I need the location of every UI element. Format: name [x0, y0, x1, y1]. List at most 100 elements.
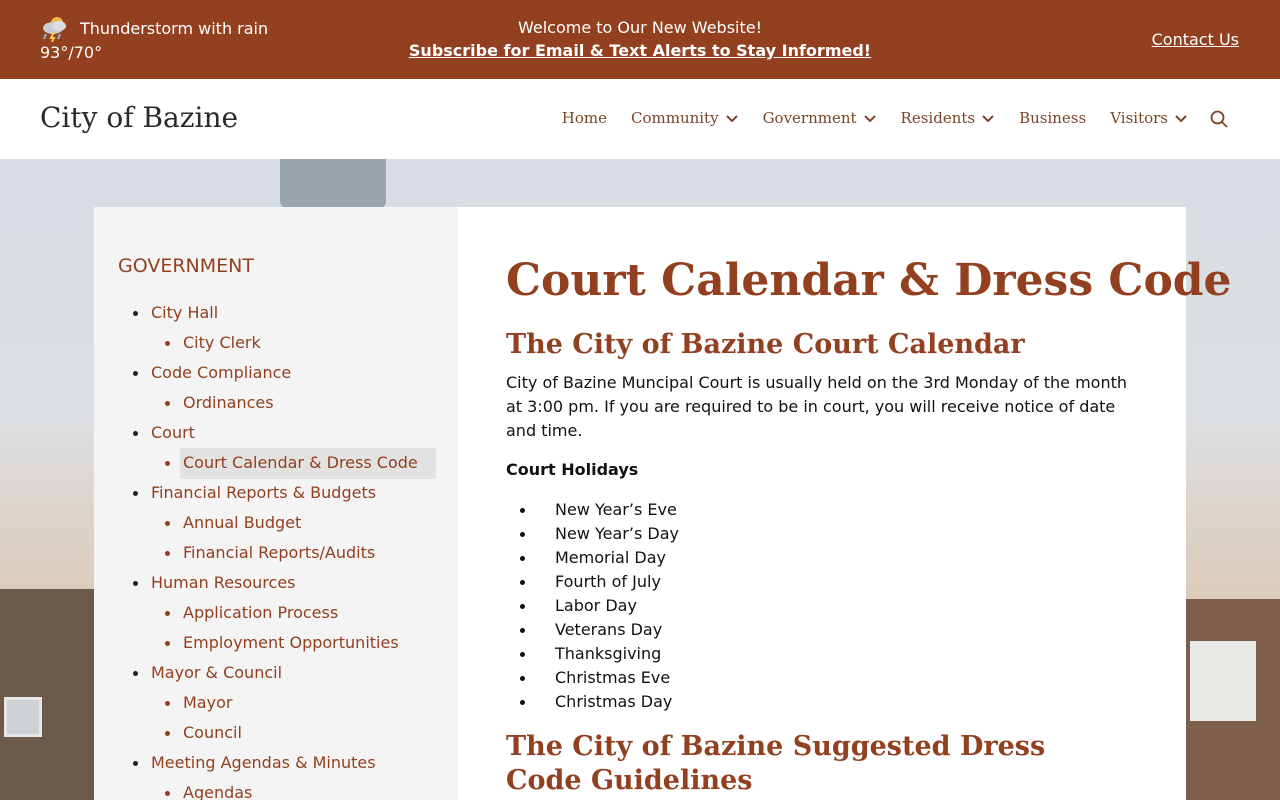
list-item: Labor Day — [506, 594, 679, 618]
sidebar-item-court-calendar[interactable]: Court Calendar & Dress Code — [94, 448, 458, 479]
bullet-icon — [520, 604, 525, 609]
bullet-icon — [165, 521, 170, 526]
bullet-icon — [133, 491, 138, 496]
sidebar-item-employment[interactable]: Employment Opportunities — [94, 628, 458, 658]
building-left-image — [0, 589, 100, 800]
chevron-down-icon — [863, 115, 876, 123]
sidebar-item-label: City Hall — [151, 303, 219, 322]
garage-door-image — [1190, 641, 1256, 721]
subscribe-alerts-link[interactable]: Subscribe for Email & Text Alerts to Sta… — [0, 39, 1280, 62]
list-item: Veterans Day — [506, 618, 679, 642]
nav-label: Business — [1019, 109, 1087, 127]
sidebar-item-label: Financial Reports/Audits — [183, 543, 376, 562]
bullet-icon — [165, 731, 170, 736]
chevron-down-icon — [725, 115, 738, 123]
dress-code-heading: The City of Bazine Suggested Dress Code … — [506, 731, 1046, 796]
holidays-list: New Year’s Eve New Year’s Day Memorial D… — [506, 498, 679, 714]
bullet-icon — [133, 311, 138, 316]
sidebar-item-label: Mayor & Council — [151, 663, 283, 682]
sidebar-item-human-resources[interactable]: Human Resources — [94, 568, 458, 598]
nav-item-community[interactable]: Community — [631, 109, 739, 127]
page-title: Court Calendar & Dress Code — [506, 255, 1232, 306]
announcement-welcome: Welcome to Our New Website! — [518, 18, 762, 37]
bullet-icon — [520, 532, 525, 537]
bullet-icon — [165, 401, 170, 406]
bullet-icon — [520, 628, 525, 633]
holiday-label: New Year’s Day — [555, 524, 679, 543]
bullet-icon — [520, 676, 525, 681]
contact-us-link[interactable]: Contact Us — [1152, 30, 1239, 49]
sidebar-item-label: Financial Reports & Budgets — [151, 483, 377, 502]
court-calendar-heading: The City of Bazine Court Calendar — [506, 329, 1025, 360]
sidebar-item-code-compliance[interactable]: Code Compliance — [94, 358, 458, 388]
sidebar-item-mayor[interactable]: Mayor — [94, 688, 458, 718]
bullet-icon — [165, 641, 170, 646]
sidebar-list: City Hall City Clerk Code Compliance Ord… — [94, 298, 458, 800]
search-icon[interactable] — [1210, 110, 1228, 128]
sidebar-item-label: Court Calendar & Dress Code — [183, 453, 418, 472]
nav-label: Visitors — [1110, 109, 1168, 127]
water-tower-image — [280, 159, 386, 209]
sidebar-heading: GOVERNMENT — [118, 255, 254, 277]
sidebar-item-agendas[interactable]: Agendas — [94, 778, 458, 800]
sidebar-item-ordinances[interactable]: Ordinances — [94, 388, 458, 418]
bullet-icon — [520, 508, 525, 513]
sidebar-item-annual-budget[interactable]: Annual Budget — [94, 508, 458, 538]
sidebar-item-court[interactable]: Court — [94, 418, 458, 448]
sidebar: GOVERNMENT City Hall City Clerk Code Com… — [94, 207, 458, 800]
sidebar-item-financial-reports[interactable]: Financial Reports & Budgets — [94, 478, 458, 508]
sidebar-item-application-process[interactable]: Application Process — [94, 598, 458, 628]
top-banner: Thunderstorm with rain 93°/70° Welcome t… — [0, 0, 1280, 79]
sidebar-item-label: Application Process — [183, 603, 339, 622]
list-item: Fourth of July — [506, 570, 679, 594]
nav-item-business[interactable]: Business — [1019, 109, 1086, 127]
nav-item-home[interactable]: Home — [562, 109, 607, 127]
sidebar-item-label: Annual Budget — [183, 513, 302, 532]
sidebar-item-label: Meeting Agendas & Minutes — [151, 753, 376, 772]
sidebar-item-label: Employment Opportunities — [183, 633, 399, 652]
bullet-icon — [165, 461, 170, 466]
nav-item-visitors[interactable]: Visitors — [1110, 109, 1188, 127]
sidebar-item-city-clerk[interactable]: City Clerk — [94, 328, 458, 358]
bullet-icon — [133, 761, 138, 766]
nav-label: Home — [561, 109, 607, 127]
sidebar-item-label: Council — [183, 723, 242, 742]
nav-item-residents[interactable]: Residents — [901, 109, 996, 127]
nav-label: Government — [762, 109, 857, 127]
sidebar-item-audits[interactable]: Financial Reports/Audits — [94, 538, 458, 568]
holiday-label: Memorial Day — [555, 548, 666, 567]
content-panel: GOVERNMENT City Hall City Clerk Code Com… — [94, 207, 1232, 800]
bullet-icon — [165, 551, 170, 556]
sidebar-item-label: Court — [151, 423, 195, 442]
chevron-down-icon — [1175, 115, 1187, 123]
sidebar-item-label: City Clerk — [183, 333, 261, 352]
bullet-icon — [165, 791, 170, 796]
chevron-down-icon — [982, 115, 994, 123]
list-item: New Year’s Eve — [506, 498, 679, 522]
list-item: Thanksgiving — [506, 642, 679, 666]
sidebar-item-meeting-agendas[interactable]: Meeting Agendas & Minutes — [94, 748, 458, 778]
sidebar-item-council[interactable]: Council — [94, 718, 458, 748]
sidebar-item-city-hall[interactable]: City Hall — [94, 298, 458, 328]
bullet-icon — [165, 611, 170, 616]
main-nav: Home Community Government Residents Busi… — [562, 109, 1188, 127]
nav-item-government[interactable]: Government — [763, 109, 877, 127]
holiday-label: Labor Day — [555, 596, 637, 615]
bullet-icon — [165, 341, 170, 346]
building-window-image — [4, 697, 42, 737]
list-item: Memorial Day — [506, 546, 679, 570]
announcement: Welcome to Our New Website! Subscribe fo… — [0, 16, 1280, 62]
holiday-label: Christmas Eve — [555, 668, 671, 687]
sidebar-item-mayor-council[interactable]: Mayor & Council — [94, 658, 458, 688]
list-item: Christmas Day — [506, 690, 679, 714]
bullet-icon — [165, 701, 170, 706]
sidebar-item-label: Human Resources — [151, 573, 296, 592]
holiday-label: New Year’s Eve — [555, 500, 677, 519]
holiday-label: Christmas Day — [555, 692, 673, 711]
site-title[interactable]: City of Bazine — [40, 101, 238, 134]
nav-label: Residents — [900, 109, 976, 127]
list-item: New Year’s Day — [506, 522, 679, 546]
list-item: Christmas Eve — [506, 666, 679, 690]
bullet-icon — [133, 581, 138, 586]
holiday-label: Thanksgiving — [555, 644, 662, 663]
